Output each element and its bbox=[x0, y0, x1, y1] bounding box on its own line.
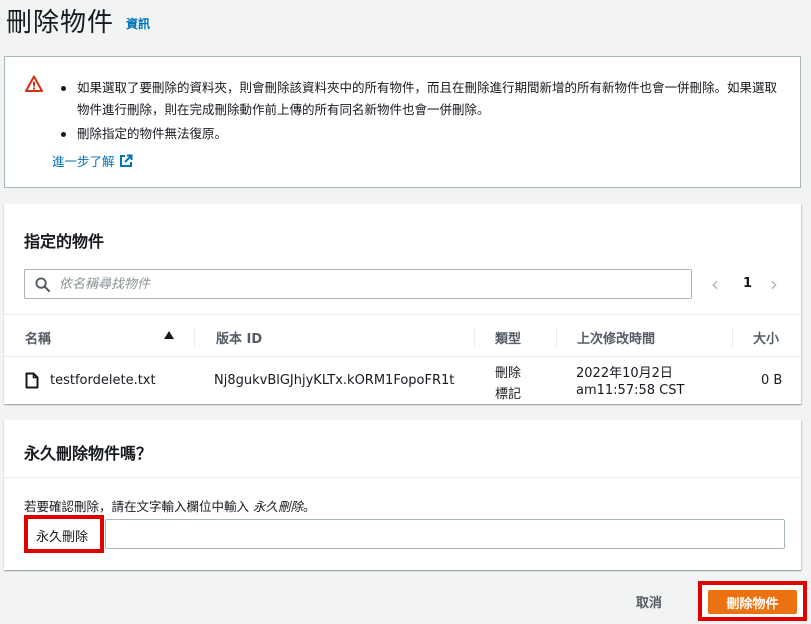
alert-list: 如果選取了要刪除的資料夾，則會刪除該資料夾中的所有物件，而且在刪除進行期間新增的… bbox=[59, 77, 779, 145]
column-header-last-modified[interactable]: 上次修改時間 bbox=[577, 328, 655, 347]
alert-item: 刪除指定的物件無法復原。 bbox=[59, 123, 779, 145]
confirm-panel-header: 永久刪除物件嗎？ bbox=[4, 420, 801, 478]
table-header: 名稱 版本 ID 類型 上次修改時間 大小 bbox=[4, 314, 801, 357]
column-header-version-id[interactable]: 版本 ID bbox=[216, 328, 262, 347]
column-divider bbox=[556, 327, 557, 347]
cell-version-id: Nj8gukvBlGJhjyKLTx.kORM1FopoFR1t bbox=[214, 373, 455, 388]
info-link[interactable]: 資訊 bbox=[126, 15, 150, 32]
alert-item: 如果選取了要刪除的資料夾，則會刪除該資料夾中的所有物件，而且在刪除進行期間新增的… bbox=[59, 77, 779, 121]
cell-size: 0 B bbox=[761, 373, 783, 388]
specified-objects-panel: 指定的物件 ‹ 1 › 名稱 版本 ID 類型 上次修改時間 大小 testfo… bbox=[4, 204, 801, 404]
warning-alert: 如果選取了要刪除的資料夾，則會刪除該資料夾中的所有物件，而且在刪除進行期間新增的… bbox=[4, 56, 801, 188]
confirm-input-value: 永久刪除 bbox=[36, 530, 89, 545]
column-header-name[interactable]: 名稱 bbox=[25, 328, 51, 347]
chevron-right-icon[interactable]: › bbox=[770, 274, 778, 294]
cell-name: testfordelete.txt bbox=[50, 373, 156, 388]
search-icon bbox=[35, 277, 50, 292]
confirm-keyword: 永久刪除 bbox=[252, 499, 303, 514]
column-divider bbox=[732, 327, 733, 347]
search-input[interactable] bbox=[59, 271, 679, 297]
confirm-panel-title: 永久刪除物件嗎？ bbox=[24, 444, 153, 463]
objects-panel-title: 指定的物件 bbox=[24, 232, 105, 251]
learn-more-link[interactable]: 進一步了解 bbox=[52, 151, 133, 170]
page-number[interactable]: 1 bbox=[743, 276, 752, 291]
permanent-delete-panel: 永久刪除物件嗎？ 若要確認刪除，請在文字輸入欄位中輸入 永久刪除。 永久刪除 bbox=[4, 420, 801, 570]
column-header-size[interactable]: 大小 bbox=[753, 328, 779, 347]
external-link-icon bbox=[119, 154, 133, 167]
page-title: 刪除物件 bbox=[6, 8, 115, 38]
confirm-desc-suffix: 。 bbox=[303, 499, 316, 514]
confirm-desc-prefix: 若要確認刪除，請在文字輸入欄位中輸入 bbox=[24, 499, 253, 514]
cancel-button[interactable]: 取消 bbox=[636, 592, 662, 611]
learn-more-label: 進一步了解 bbox=[52, 154, 115, 169]
confirm-text-input[interactable] bbox=[105, 519, 785, 549]
delete-button-highlight: 刪除物件 bbox=[698, 581, 807, 621]
column-divider bbox=[194, 327, 195, 347]
warning-icon bbox=[25, 75, 43, 92]
column-header-type[interactable]: 類型 bbox=[495, 328, 521, 347]
confirm-input-highlight[interactable]: 永久刪除 bbox=[24, 515, 104, 553]
cell-type-line2: 標記 bbox=[495, 387, 522, 402]
chevron-left-icon[interactable]: ‹ bbox=[711, 274, 719, 294]
delete-objects-button[interactable]: 刪除物件 bbox=[708, 590, 797, 614]
search-box[interactable] bbox=[24, 269, 692, 299]
confirm-description: 若要確認刪除，請在文字輸入欄位中輸入 永久刪除。 bbox=[24, 496, 316, 515]
sort-ascending-icon[interactable] bbox=[164, 331, 174, 339]
column-divider bbox=[474, 327, 475, 347]
cell-modified-line1: 2022年10月2日 bbox=[576, 366, 673, 381]
file-icon bbox=[25, 372, 39, 389]
cell-type-line1: 刪除 bbox=[495, 366, 522, 381]
cell-modified-line2: am11:57:58 CST bbox=[576, 383, 685, 398]
